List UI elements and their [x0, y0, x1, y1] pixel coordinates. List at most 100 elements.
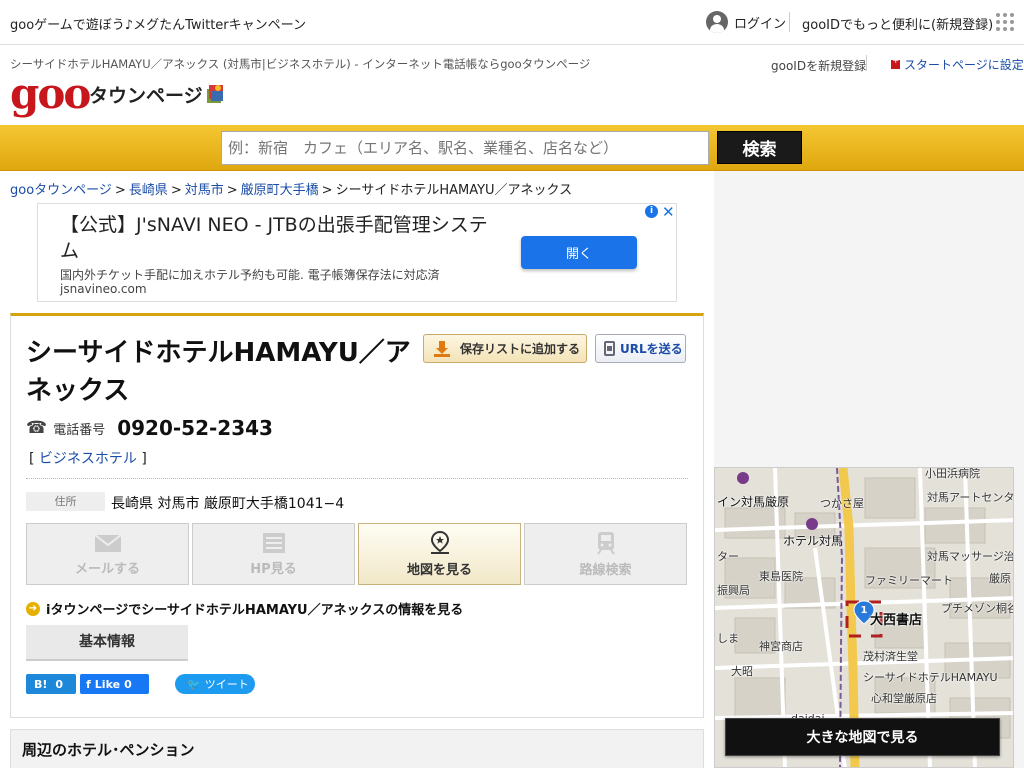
map-label: イン対馬厳原	[717, 495, 790, 509]
twitter-bird-icon: 🐦	[187, 677, 201, 691]
save-to-list-button[interactable]: 保存リストに追加する	[423, 334, 587, 363]
send-mail-button[interactable]: メールする	[26, 523, 189, 585]
login-link[interactable]: ログイン	[706, 11, 786, 33]
telephone-icon: ☎	[26, 418, 48, 438]
send-mail-label: メールする	[74, 561, 140, 577]
ad-banner[interactable]: 【公式】J'sNAVI NEO - JTBの出張手配管理システム 国内外チケット…	[37, 203, 677, 302]
itownpage-label: iタウンページでシーサイドホテルHAMAYU／アネックスの情報を見る	[46, 603, 464, 618]
view-website-label: HP見る	[250, 561, 297, 577]
phonebook-icon	[207, 85, 223, 103]
arrow-right-icon: ➔	[26, 601, 40, 616]
map-pin-number: 1	[861, 605, 868, 616]
view-map-label: 地図を見る	[406, 562, 472, 578]
divider	[26, 478, 688, 479]
view-map-button[interactable]: 地図を見る	[358, 523, 521, 585]
view-website-button[interactable]: HP見る	[192, 523, 355, 585]
web-icon	[262, 532, 285, 553]
new-gooid-link[interactable]: gooIDを新規登録	[771, 57, 866, 74]
map-pin-icon	[430, 530, 449, 554]
social-buttons: B! 0 f Like 0 🐦 ツイート	[26, 674, 255, 694]
divider	[866, 55, 867, 71]
map-label: 小田浜病院	[925, 467, 980, 480]
breadcrumb-item-prefecture[interactable]: 長崎県	[129, 183, 168, 198]
promo-link[interactable]: gooゲームで遊ぼう♪メグたんTwitterキャンペーン	[10, 14, 306, 33]
itownpage-link[interactable]: ➔ iタウンページでシーサイドホテルHAMAYU／アネックスの情報を見る	[26, 599, 463, 618]
map-label: 東島医院	[759, 570, 803, 583]
map-label: 対馬アートセンタ	[927, 491, 1014, 504]
download-icon	[434, 340, 450, 357]
page-title: シーサイドホテルHAMAYU／アネックス (対馬市|ビジネスホテル) - インタ…	[10, 57, 591, 71]
address-value: 長崎県 対馬市 厳原町大手橋1041−4	[111, 496, 345, 512]
map-label: 心和堂厳原店	[871, 692, 937, 705]
map-label: 振興局	[717, 584, 750, 597]
save-to-list-label: 保存リストに追加する	[460, 342, 581, 356]
hatena-bookmark-button[interactable]: B! 0	[26, 674, 76, 694]
tweet-button[interactable]: 🐦 ツイート	[175, 674, 255, 694]
send-url-label: URLを送る	[620, 342, 683, 356]
map-label: 大西書店	[870, 613, 923, 628]
search-bar: 検索	[0, 125, 1024, 171]
action-buttons: メールする HP見る 地図を見る 路線検索	[26, 523, 687, 585]
ad-info-icon[interactable]: i	[645, 205, 658, 218]
map-label: しま	[717, 632, 739, 645]
map-label: ター	[717, 550, 739, 563]
townpage-logo-text[interactable]: タウンページ	[89, 81, 203, 108]
map-label: 茂村済生堂	[863, 650, 918, 663]
divider	[789, 12, 790, 32]
phone-number: 0920-52-2343	[117, 416, 273, 440]
tab-basic-info[interactable]: 基本情報	[26, 625, 188, 661]
tweet-label: ツイート	[204, 678, 249, 691]
site-header: シーサイドホテルHAMAYU／アネックス (対馬市|ビジネスホテル) - インタ…	[0, 45, 1024, 125]
view-large-map-button[interactable]: 大きな地図で見る	[725, 718, 1000, 756]
facebook-icon: f	[86, 677, 91, 691]
goo-logo[interactable]: goo	[10, 73, 91, 115]
category-link[interactable]: ビジネスホテル	[39, 451, 137, 467]
ad-title[interactable]: 【公式】J'sNAVI NEO - JTBの出張手配管理システム	[60, 212, 500, 264]
breadcrumb-item-area[interactable]: 厳原町大手橋	[241, 183, 319, 198]
mobile-phone-icon	[604, 341, 615, 356]
map-label: ファミリーマート	[865, 574, 953, 587]
map-label: つかさ屋	[820, 497, 864, 510]
facebook-like-button[interactable]: f Like 0	[80, 674, 149, 694]
plus-icon	[891, 56, 900, 69]
mail-icon	[93, 533, 122, 552]
map-label: ホテル対馬	[783, 534, 844, 548]
top-bar: gooゲームで遊ぼう♪メグたんTwitterキャンペーン ログイン gooIDで…	[0, 0, 1024, 45]
startpage-label: スタートページに設定	[904, 58, 1024, 72]
ad-url: jsnavineo.com	[60, 282, 147, 296]
hatena-icon: B!	[34, 677, 48, 691]
nearby-hotels-section: 周辺のホテル･ペンション	[10, 729, 704, 768]
phone-label: 電話番号	[53, 422, 106, 438]
send-url-button[interactable]: URLを送る	[595, 334, 686, 363]
ad-close-icon[interactable]: ✕	[662, 203, 675, 221]
breadcrumb-separator: >	[170, 183, 182, 198]
breadcrumb-item-top[interactable]: gooタウンページ	[10, 183, 112, 198]
register-link[interactable]: gooIDでもっと便利に(新規登録)	[802, 14, 993, 33]
map-label: 対馬マッサージ治	[927, 550, 1014, 563]
ad-open-button[interactable]: 開く	[521, 236, 637, 269]
map-label: プチメゾン桐谷	[941, 602, 1014, 615]
search-input[interactable]	[221, 131, 709, 165]
route-search-button[interactable]: 路線検索	[524, 523, 687, 585]
breadcrumb: gooタウンページ > 長崎県 > 対馬市 > 厳原町大手橋 > シーサイドホテルHAMAYU／…	[10, 179, 572, 198]
train-icon	[596, 531, 615, 555]
set-startpage-link[interactable]: スタートページに設定	[891, 56, 1024, 73]
facebook-like-count: 0	[124, 677, 132, 691]
hatena-count: 0	[55, 677, 64, 691]
breadcrumb-item-city[interactable]: 対馬市	[185, 183, 224, 198]
map-label: 大昭	[731, 665, 753, 678]
breadcrumb-current: シーサイドホテルHAMAYU／アネックス	[335, 183, 573, 198]
breadcrumb-separator: >	[114, 183, 126, 198]
map-label: 厳原	[989, 572, 1011, 585]
user-icon	[706, 11, 728, 33]
map-label: 神宮商店	[759, 640, 803, 653]
phone-row: ☎ 電話番号 0920-52-2343	[26, 416, 273, 440]
breadcrumb-separator: >	[321, 183, 333, 198]
ad-description: 国内外チケット手配に加えホテル予約も可能. 電子帳簿保存法に対応済	[60, 268, 440, 282]
address-label: 住所	[26, 492, 105, 511]
listing-panel: シーサイドホテルHAMAYU／アネックス 保存リストに追加する URLを送る ☎…	[10, 313, 704, 718]
login-label: ログイン	[734, 16, 787, 32]
route-search-label: 路線検索	[579, 562, 632, 578]
search-button[interactable]: 検索	[717, 131, 802, 164]
apps-grid-icon[interactable]	[996, 13, 1014, 31]
